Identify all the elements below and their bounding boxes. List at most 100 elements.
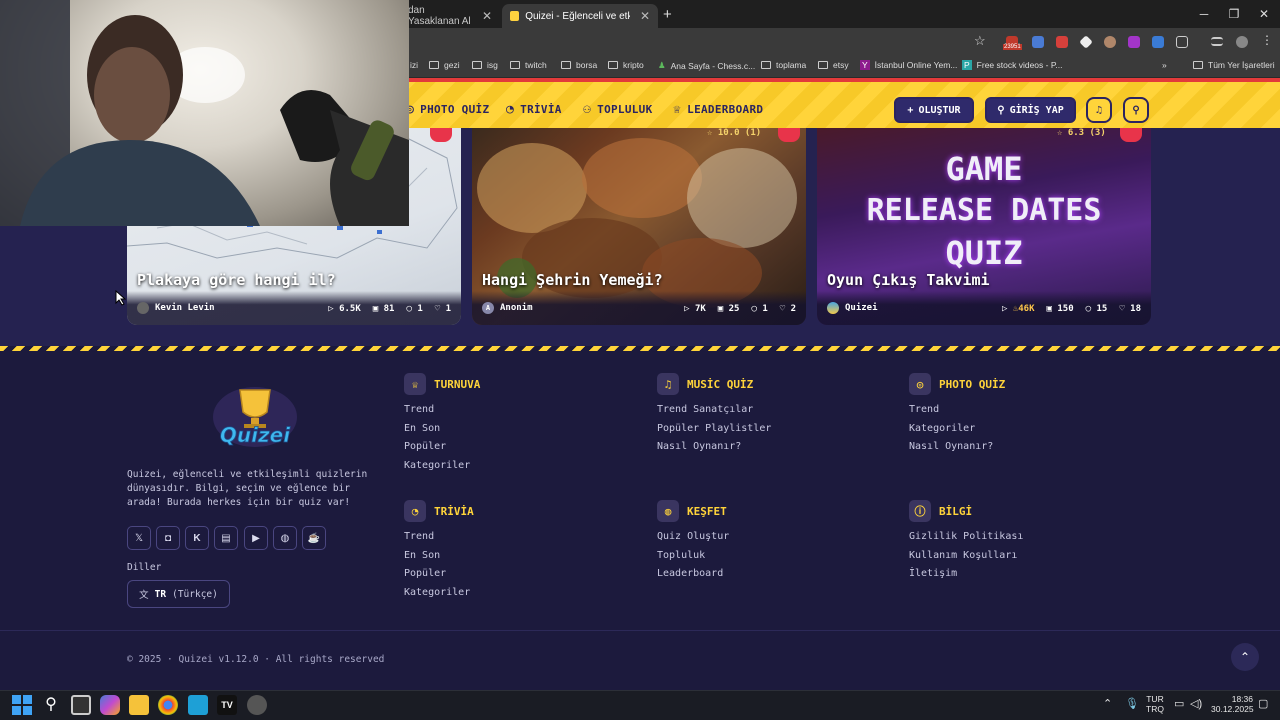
cart-icon[interactable] (1120, 128, 1142, 142)
translate-extension-icon[interactable] (1032, 36, 1044, 48)
input-language[interactable]: TUR TRQ (1146, 694, 1164, 714)
extensions-puzzle-icon[interactable] (1176, 36, 1188, 48)
footer-link[interactable]: Popüler Playlistler (657, 420, 771, 439)
footer-link[interactable]: Kategoriler (909, 420, 1005, 439)
browser-menu-icon[interactable]: ⋮ (1261, 33, 1273, 47)
bookmark-folder[interactable]: isg (472, 60, 498, 70)
chrome-icon[interactable] (158, 695, 178, 715)
nav-photo-quiz[interactable]: ◎ PHOTO QUİZ (406, 102, 489, 117)
footer-link[interactable]: Trend (404, 528, 474, 547)
footer-link[interactable]: Popüler (404, 565, 474, 584)
bookmark-folder[interactable]: kripto (608, 60, 644, 70)
copilot-icon[interactable] (100, 695, 120, 715)
quiz-card[interactable]: GAME RELEASE DATES QUIZ ☆ 6.3 (3) Oyun Ç… (817, 128, 1151, 325)
bookmark-folder[interactable]: borsa (561, 60, 597, 70)
language-selector-button[interactable]: 文 TR (Türkçe) (127, 580, 230, 608)
all-bookmarks[interactable]: Tüm Yer İşaretleri (1193, 60, 1275, 70)
quizei-logo[interactable]: Quizei (210, 382, 300, 452)
nav-community[interactable]: ⚇ TOPLULUK (583, 102, 653, 117)
notifications-icon[interactable]: ▢ (1258, 697, 1268, 710)
extension-icon[interactable] (1104, 36, 1116, 48)
file-explorer-icon[interactable] (129, 695, 149, 715)
close-tab-icon[interactable]: ✕ (640, 9, 650, 23)
bookmark-folder[interactable]: izi (410, 60, 418, 70)
footer-link[interactable]: Kategoriler (404, 457, 480, 476)
quiz-card[interactable]: ☆ 10.0 (1) Hangi Şehrin Yemeği? A Anonim … (472, 128, 806, 325)
footer-link[interactable]: En Son (404, 420, 480, 439)
footer-link[interactable]: Trend (909, 401, 1005, 420)
x-twitter-icon[interactable]: 𝕏 (127, 526, 151, 550)
nav-leaderboard[interactable]: ♕ LEADERBOARD (673, 102, 763, 117)
bookmark-star-icon[interactable]: ☆ (974, 33, 986, 49)
search-icon[interactable]: ⚲ (1123, 97, 1149, 123)
footer-link[interactable]: Leaderboard (657, 565, 729, 584)
tray-overflow-icon[interactable]: ⌃ (1103, 697, 1112, 710)
task-view-icon[interactable] (71, 695, 91, 715)
app-icon[interactable] (188, 695, 208, 715)
bookmark-folder[interactable]: twitch (510, 60, 547, 70)
microphone-icon[interactable]: 🎙 (1125, 697, 1139, 710)
volume-icon[interactable]: ◁) (1190, 697, 1202, 710)
info-icon: ⓘ (909, 500, 931, 522)
footer-column-explore: ◍ KEŞFET Quiz Oluştur Topluluk Leaderboar… (657, 500, 729, 584)
coffee-icon[interactable]: ☕ (302, 526, 326, 550)
network-icon[interactable]: ▭ (1174, 697, 1184, 710)
globe-icon[interactable]: ◍ (273, 526, 297, 550)
webcam-person-image (0, 0, 409, 226)
quizei-favicon-icon (510, 11, 520, 21)
login-button[interactable]: ⚲ GİRİŞ YAP (985, 97, 1076, 123)
tradingview-icon[interactable]: TV (217, 695, 237, 715)
footer-link[interactable]: Nasıl Oynanır? (909, 438, 1005, 457)
footer-link[interactable]: Topluluk (657, 547, 729, 566)
cart-icon[interactable] (430, 128, 452, 142)
extension-icon[interactable] (1128, 36, 1140, 48)
bookmark-link[interactable]: P Free stock videos - P... (962, 60, 1063, 70)
youtube-icon[interactable]: ▶ (244, 526, 268, 550)
footer-link[interactable]: Gizlilik Politikası (909, 528, 1023, 547)
author[interactable]: A Anonim (482, 302, 533, 314)
mouse-cursor-icon (115, 290, 127, 306)
notifications-bell-icon[interactable]: ♫ (1086, 97, 1112, 123)
scroll-to-top-button[interactable]: ⌃ (1231, 643, 1259, 671)
restore-icon[interactable]: ❐ (1217, 0, 1251, 28)
footer-link[interactable]: Trend (404, 401, 480, 420)
more-bookmarks-icon[interactable]: » (1162, 60, 1167, 70)
footer-link[interactable]: Nasıl Oynanır? (657, 438, 771, 457)
footer-link[interactable]: Quiz Oluştur (657, 528, 729, 547)
bookmark-folder[interactable]: etsy (818, 60, 849, 70)
cart-icon[interactable] (778, 128, 800, 142)
instagram-icon[interactable]: ◘ (156, 526, 180, 550)
footer-link[interactable]: İletişim (909, 565, 1023, 584)
author[interactable]: Kevin Levin (137, 302, 215, 314)
close-window-icon[interactable]: ✕ (1247, 0, 1280, 28)
bookmark-folder[interactable]: toplama (761, 60, 806, 70)
bookmark-link[interactable]: ♟ Ana Sayfa - Chess.c... (658, 60, 755, 71)
new-tab-icon[interactable]: + (663, 6, 672, 23)
browser-tab[interactable]: dan Yasaklanan Al ✕ (400, 4, 500, 28)
create-button[interactable]: + OLUŞTUR (894, 97, 974, 123)
extension-icon[interactable] (1152, 36, 1164, 48)
bookmark-link[interactable]: Y İstanbul Online Yem... (860, 60, 957, 70)
footer-link[interactable]: Kategoriler (404, 584, 474, 603)
minimize-icon[interactable]: ─ (1187, 0, 1221, 28)
footer-link[interactable]: Popüler (404, 438, 480, 457)
tab-search-icon[interactable] (1211, 37, 1223, 46)
close-tab-icon[interactable]: ✕ (482, 9, 492, 23)
search-icon[interactable]: ⚲ (41, 695, 61, 715)
nav-trivia[interactable]: ◔ TRİVİA (506, 102, 562, 117)
footer-link[interactable]: Trend Sanatçılar (657, 401, 771, 420)
adblock-extension-icon[interactable] (1056, 36, 1068, 48)
author[interactable]: Quizei (827, 302, 878, 314)
profile-avatar-icon[interactable] (1236, 36, 1248, 48)
clock[interactable]: 18:36 30.12.2025 (1211, 694, 1254, 714)
chess-icon: ♟ (658, 60, 666, 70)
footer-link[interactable]: En Son (404, 547, 474, 566)
footer-link[interactable]: Kullanım Koşulları (909, 547, 1023, 566)
kick-icon[interactable]: K (185, 526, 209, 550)
twitch-icon[interactable]: ▤ (214, 526, 238, 550)
start-windows-icon[interactable] (12, 695, 32, 715)
bookmark-folder[interactable]: gezi (429, 60, 460, 70)
likes-stat: ♡ 2 (779, 304, 796, 314)
obs-icon[interactable] (247, 695, 267, 715)
browser-tab-active[interactable]: Quizei - Eğlenceli ve etkileşimli ✕ (502, 4, 658, 28)
